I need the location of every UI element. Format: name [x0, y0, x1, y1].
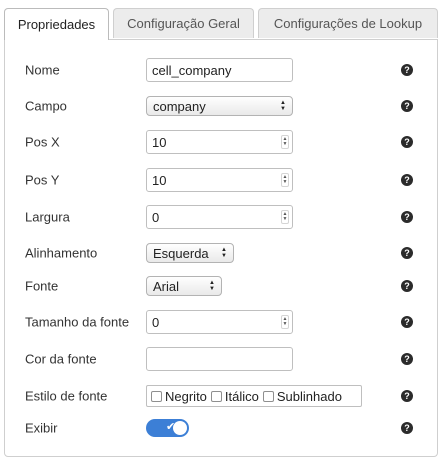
largura-value: 0 [152, 209, 160, 225]
fonte-select[interactable]: Arial ▲ ▼ [146, 276, 222, 296]
help-icon[interactable]: ? [401, 64, 413, 76]
negrito-label: Negrito [165, 388, 207, 404]
help-icon[interactable]: ? [401, 353, 413, 365]
sublinhado-option[interactable]: Sublinhado [262, 388, 342, 404]
help-icon[interactable]: ? [401, 422, 413, 434]
sublinhado-checkbox[interactable] [262, 390, 274, 402]
up-down-arrows-icon: ▲ ▼ [280, 100, 286, 112]
estilo-fonte-label: Estilo de fonte [25, 388, 108, 404]
tamanho-fonte-value: 0 [152, 314, 160, 330]
pos-y-value: 10 [152, 172, 167, 188]
help-icon[interactable]: ? [401, 174, 413, 186]
stepper-icon[interactable]: ▲ ▼ [281, 135, 289, 149]
row-largura: Largura 0 ▲ ▼ ? [0, 203, 445, 231]
row-fonte: Fonte Arial ▲ ▼ ? [0, 272, 445, 300]
tab-configuracoes-lookup[interactable]: Configurações de Lookup [258, 8, 438, 38]
tab-propriedades[interactable]: Propriedades [4, 8, 109, 40]
help-icon[interactable]: ? [401, 100, 413, 112]
tab-configuracao-geral[interactable]: Configuração Geral [113, 8, 254, 38]
pos-x-input[interactable]: 10 ▲ ▼ [146, 130, 293, 154]
fonte-select-value: Arial [153, 278, 180, 294]
pos-x-value: 10 [152, 134, 167, 150]
row-alinhamento: Alinhamento Esquerda ▲ ▼ ? [0, 239, 445, 267]
italico-checkbox[interactable] [210, 390, 222, 402]
fonte-label: Fonte [25, 278, 59, 294]
help-icon[interactable]: ? [401, 136, 413, 148]
tamanho-fonte-label: Tamanho da fonte [25, 314, 130, 330]
largura-input[interactable]: 0 ▲ ▼ [146, 205, 293, 229]
help-icon[interactable]: ? [401, 390, 413, 402]
up-down-arrows-icon: ▲ ▼ [209, 280, 215, 292]
help-icon[interactable]: ? [401, 280, 413, 292]
exibir-toggle[interactable]: ✔ [146, 419, 189, 437]
pos-y-input[interactable]: 10 ▲ ▼ [146, 168, 293, 192]
toggle-knob [173, 421, 187, 435]
stepper-icon[interactable]: ▲ ▼ [281, 315, 289, 329]
help-icon[interactable]: ? [401, 247, 413, 259]
up-down-arrows-icon: ▲ ▼ [221, 247, 227, 259]
cor-fonte-input[interactable] [146, 347, 293, 371]
cor-fonte-label: Cor da fonte [25, 351, 97, 367]
help-icon[interactable]: ? [401, 316, 413, 328]
tab-bar: Propriedades Configuração Geral Configur… [4, 8, 439, 40]
row-estilo-fonte: Estilo de fonte Negrito Itálico Sublinha… [0, 382, 445, 410]
row-exibir: Exibir ✔ ? [0, 414, 445, 442]
campo-select-value: company [153, 98, 206, 114]
alinhamento-select-value: Esquerda [153, 245, 209, 261]
alinhamento-label: Alinhamento [25, 245, 98, 261]
stepper-icon[interactable]: ▲ ▼ [281, 210, 289, 224]
negrito-checkbox[interactable] [151, 390, 162, 402]
largura-label: Largura [25, 209, 70, 225]
exibir-label: Exibir [25, 420, 58, 436]
italico-label: Itálico [224, 388, 259, 404]
nome-label: Nome [25, 62, 60, 78]
negrito-option[interactable]: Negrito [151, 389, 207, 404]
estilo-fonte-group: Negrito Itálico Sublinhado [146, 385, 362, 407]
campo-select[interactable]: company ▲ ▼ [146, 96, 293, 116]
pos-x-label: Pos X [25, 134, 60, 150]
alinhamento-select[interactable]: Esquerda ▲ ▼ [146, 243, 234, 263]
sublinhado-label: Sublinhado [276, 388, 342, 404]
pos-y-label: Pos Y [25, 172, 60, 188]
row-campo: Campo company ▲ ▼ ? [0, 92, 445, 120]
nome-input[interactable]: cell_company [146, 58, 293, 82]
row-tamanho-fonte: Tamanho da fonte 0 ▲ ▼ ? [0, 308, 445, 336]
row-nome: Nome cell_company ? [0, 56, 445, 84]
italico-option[interactable]: Itálico [210, 388, 259, 404]
row-cor-fonte: Cor da fonte ? [0, 345, 445, 373]
help-icon[interactable]: ? [401, 211, 413, 223]
row-pos-y: Pos Y 10 ▲ ▼ ? [0, 166, 445, 194]
row-pos-x: Pos X 10 ▲ ▼ ? [0, 128, 445, 156]
campo-label: Campo [25, 98, 67, 114]
stepper-icon[interactable]: ▲ ▼ [281, 173, 289, 187]
tamanho-fonte-input[interactable]: 0 ▲ ▼ [146, 310, 293, 334]
